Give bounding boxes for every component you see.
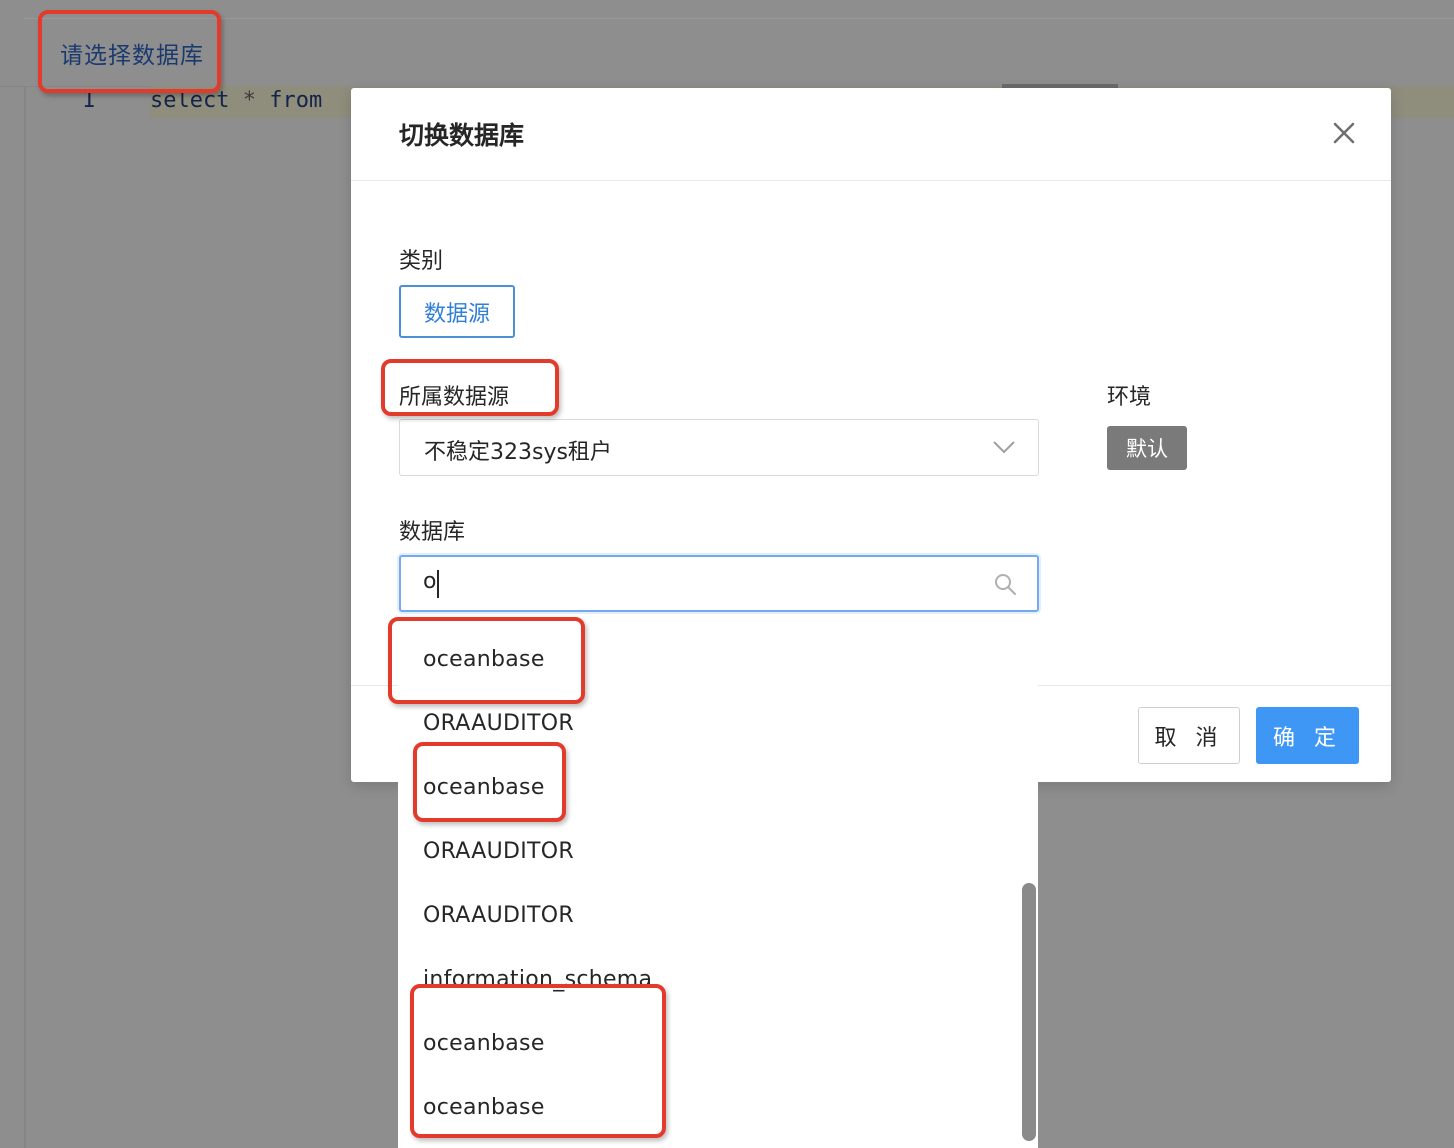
close-icon[interactable]	[1329, 118, 1359, 148]
code-keyword-select: select	[150, 88, 230, 113]
editor-tab-strip	[24, 0, 1454, 19]
dropdown-option[interactable]: ORAAUDITOR	[423, 711, 574, 736]
category-label: 类别	[399, 249, 444, 274]
code-text[interactable]: select * from	[150, 88, 322, 113]
database-search-input[interactable]: o	[399, 555, 1039, 612]
cancel-button[interactable]: 取 消	[1138, 707, 1240, 764]
database-search-value: o	[423, 569, 437, 594]
database-label: 数据库	[399, 520, 466, 545]
datasource-label: 所属数据源	[399, 385, 510, 410]
datasource-select-value: 不稳定323sys租户	[424, 440, 612, 465]
select-database-link[interactable]: 请选择数据库	[60, 36, 204, 70]
editor-header: 请选择数据库	[0, 0, 1454, 87]
dropdown-option[interactable]: oceanbase	[423, 775, 545, 800]
category-datasource-button[interactable]: 数据源	[399, 285, 515, 338]
dropdown-option[interactable]: oceanbase	[423, 647, 545, 672]
chevron-down-icon	[993, 441, 1015, 454]
code-keyword-from: from	[269, 88, 323, 113]
dropdown-option[interactable]: ORAAUDITOR	[423, 903, 574, 928]
datasource-select[interactable]: 不稳定323sys租户	[399, 419, 1039, 476]
environment-badge: 默认	[1107, 426, 1187, 470]
dropdown-option[interactable]: oceanbase	[423, 1095, 545, 1120]
line-number: 1	[82, 88, 96, 113]
modal-header: 切换数据库	[351, 88, 1391, 181]
text-caret	[437, 570, 439, 598]
dropdown-option[interactable]: ORAAUDITOR	[423, 839, 574, 864]
confirm-button[interactable]: 确 定	[1256, 707, 1359, 764]
database-dropdown: oceanbase ORAAUDITOR oceanbase ORAAUDITO…	[398, 620, 1038, 1148]
dropdown-option[interactable]: information_schema	[423, 967, 652, 992]
editor-gutter	[24, 86, 26, 1148]
modal-title: 切换数据库	[399, 121, 525, 150]
dropdown-scrollbar[interactable]	[1022, 883, 1036, 1141]
dropdown-option[interactable]: oceanbase	[423, 1031, 545, 1056]
code-operator: *	[242, 88, 256, 113]
environment-label: 环境	[1107, 385, 1152, 410]
search-icon	[995, 574, 1016, 595]
